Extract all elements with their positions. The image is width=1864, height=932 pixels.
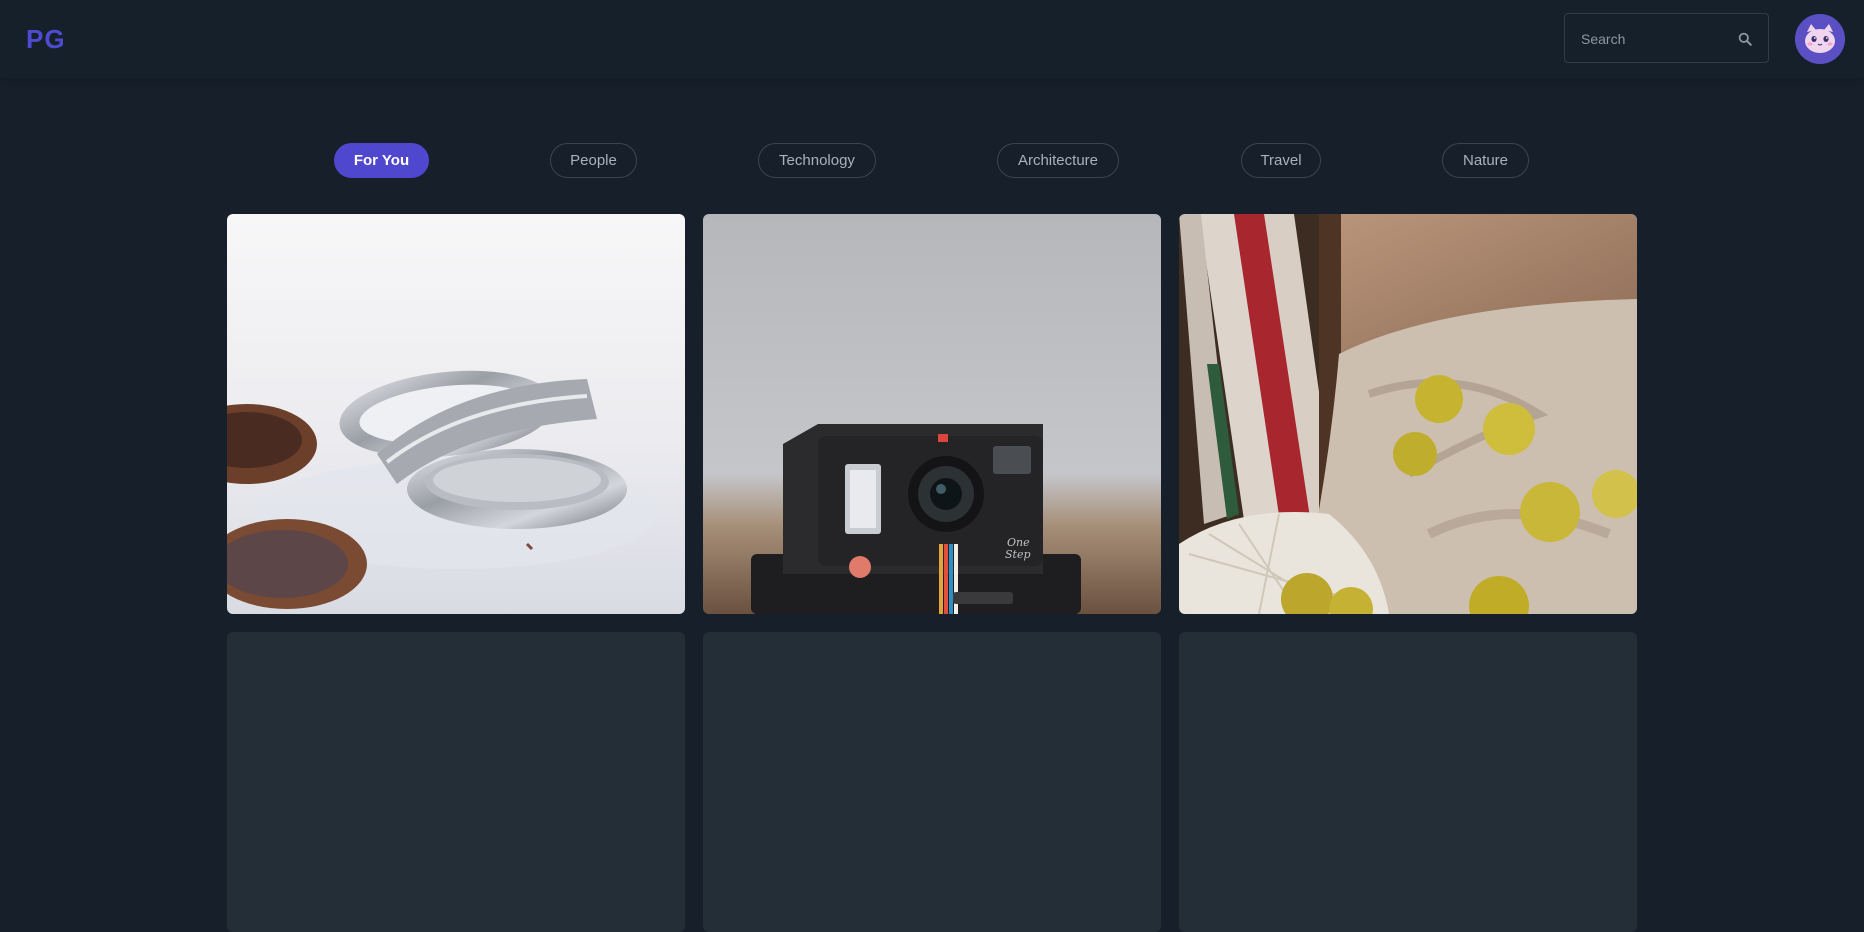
tab-nature[interactable]: Nature xyxy=(1442,143,1529,178)
avatar[interactable] xyxy=(1795,14,1845,64)
tab-people[interactable]: People xyxy=(550,143,637,178)
svg-text:Step: Step xyxy=(1005,548,1031,561)
apples-on-cloth-image xyxy=(1179,214,1637,614)
category-tabs: For You People Technology Architecture T… xyxy=(0,143,1864,179)
tab-travel[interactable]: Travel xyxy=(1241,143,1321,178)
photo-card-placeholder xyxy=(703,632,1161,932)
search-icon[interactable] xyxy=(1738,32,1752,46)
cat-avatar-icon xyxy=(1795,14,1845,64)
logo[interactable]: PG xyxy=(26,24,66,55)
top-bar: PG xyxy=(0,0,1864,78)
tab-architecture[interactable]: Architecture xyxy=(997,143,1119,178)
instant-camera-image: One Step xyxy=(703,214,1161,614)
search-box[interactable] xyxy=(1564,13,1769,63)
photo-card-tart-tins[interactable] xyxy=(227,214,685,614)
tab-for-you[interactable]: For You xyxy=(334,143,429,178)
photo-card-instant-camera[interactable]: One Step xyxy=(703,214,1161,614)
search-input[interactable] xyxy=(1579,27,1729,51)
photo-card-apples[interactable] xyxy=(1179,214,1637,614)
photo-card-placeholder xyxy=(227,632,685,932)
photo-card-placeholder xyxy=(1179,632,1637,932)
tab-technology[interactable]: Technology xyxy=(758,143,876,178)
tart-tins-image xyxy=(227,214,685,614)
